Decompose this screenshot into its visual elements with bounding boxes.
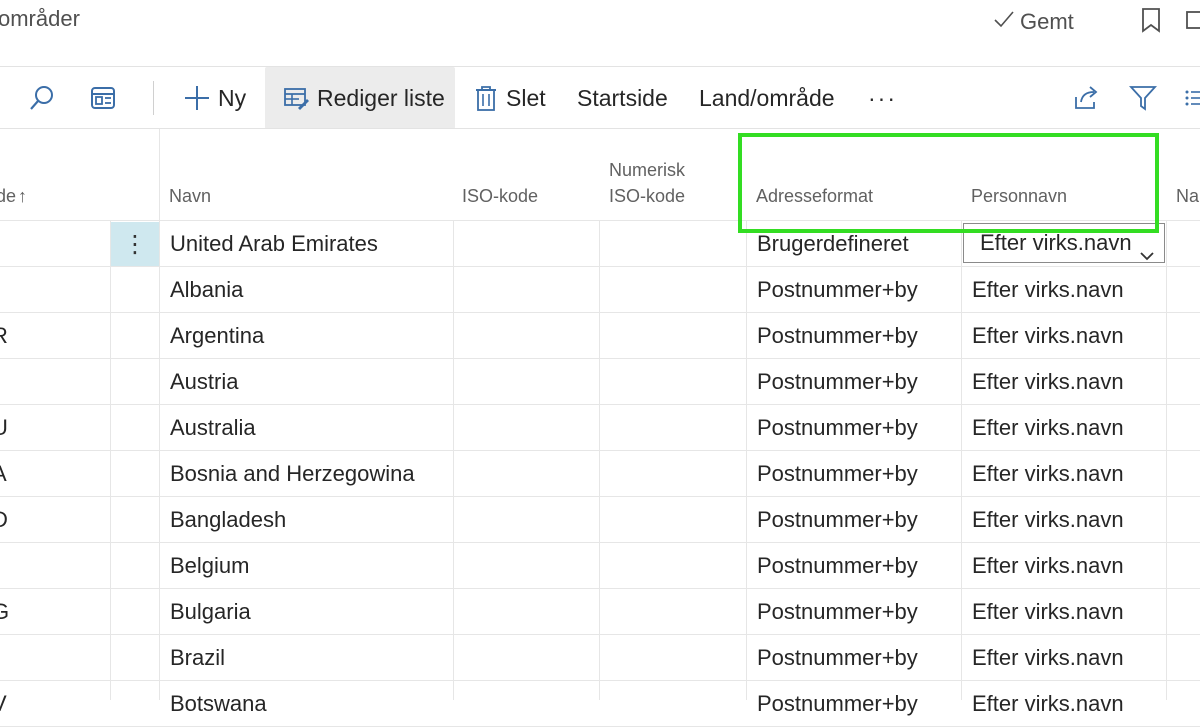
- person-name-cell[interactable]: Efter virks.navn: [972, 313, 1124, 359]
- list-view-button[interactable]: [1184, 67, 1200, 129]
- column-header-numeric-iso[interactable]: Numerisk ISO-kode: [609, 157, 685, 209]
- trash-icon: [474, 84, 498, 112]
- name-cell[interactable]: United Arab Emirates: [170, 221, 378, 267]
- delete-button[interactable]: Slet: [474, 67, 546, 129]
- saved-status: Gemt: [992, 7, 1074, 37]
- address-format-cell[interactable]: Postnummer+by: [757, 405, 918, 451]
- more-options-button[interactable]: ···: [868, 67, 897, 129]
- address-format-cell[interactable]: Postnummer+by: [757, 681, 918, 727]
- person-name-cell[interactable]: Efter virks.navn: [972, 635, 1124, 681]
- country-button[interactable]: Land/område: [699, 67, 835, 129]
- code-cell[interactable]: U: [0, 405, 8, 451]
- action-bar: Ny Rediger liste Slet Startside Land/omr…: [0, 67, 1200, 129]
- list-view-icon: [1184, 84, 1200, 112]
- table-row[interactable]: Brazil Postnummer+by Efter virks.navn: [0, 635, 1200, 681]
- view-layout-button[interactable]: [89, 67, 117, 129]
- bookmark-icon[interactable]: [1138, 6, 1164, 34]
- code-cell[interactable]: R: [0, 313, 8, 359]
- name-cell[interactable]: Brazil: [170, 635, 225, 681]
- column-header-name[interactable]: Navn: [169, 183, 211, 209]
- code-cell[interactable]: D: [0, 497, 8, 543]
- address-format-cell[interactable]: Postnummer+by: [757, 635, 918, 681]
- column-header-next[interactable]: Na: [1176, 183, 1199, 209]
- column-header-iso[interactable]: ISO-kode: [462, 183, 538, 209]
- sort-ascending-icon: ↑: [18, 186, 28, 206]
- home-button[interactable]: Startside: [577, 67, 668, 129]
- address-format-cell[interactable]: Postnummer+by: [757, 359, 918, 405]
- code-cell[interactable]: A: [0, 451, 7, 497]
- edit-list-icon: [283, 85, 309, 111]
- country-label: Land/område: [699, 84, 835, 111]
- search-icon: [28, 84, 56, 112]
- share-icon: [1072, 84, 1100, 112]
- toolbar-separator: [153, 81, 154, 115]
- person-name-cell[interactable]: Efter virks.navn: [972, 405, 1124, 451]
- column-header-code-label: de: [0, 186, 17, 206]
- filter-button[interactable]: [1129, 67, 1157, 129]
- table-row[interactable]: G Bulgaria Postnummer+by Efter virks.navn: [0, 589, 1200, 635]
- address-format-cell[interactable]: Postnummer+by: [757, 589, 918, 635]
- table-row[interactable]: U Australia Postnummer+by Efter virks.navn: [0, 405, 1200, 451]
- column-header-code[interactable]: de ↑: [0, 183, 27, 209]
- edit-list-label: Rediger liste: [317, 84, 445, 111]
- address-format-cell[interactable]: Postnummer+by: [757, 451, 918, 497]
- column-header-numeric-iso-line1: Numerisk: [609, 160, 686, 180]
- person-name-cell[interactable]: Efter virks.navn: [972, 451, 1124, 497]
- filter-icon: [1129, 84, 1157, 112]
- collapse-icon[interactable]: [1184, 6, 1200, 34]
- search-button[interactable]: [28, 67, 56, 129]
- more-icon: ···: [868, 84, 897, 111]
- new-label: Ny: [218, 84, 247, 111]
- table-row[interactable]: V Botswana Postnummer+by Efter virks.navn: [0, 681, 1200, 727]
- name-cell[interactable]: Bulgaria: [170, 589, 251, 635]
- name-cell[interactable]: Austria: [170, 359, 238, 405]
- address-format-cell[interactable]: Postnummer+by: [757, 497, 918, 543]
- page-header: områder Gemt: [0, 0, 1200, 66]
- new-button[interactable]: Ny: [184, 67, 246, 129]
- person-name-cell[interactable]: Efter virks.navn: [972, 681, 1124, 727]
- table-row[interactable]: D Bangladesh Postnummer+by Efter virks.navn: [0, 497, 1200, 543]
- person-name-cell[interactable]: Efter virks.navn: [972, 543, 1124, 589]
- code-cell[interactable]: G: [0, 589, 9, 635]
- name-cell[interactable]: Belgium: [170, 543, 249, 589]
- view-layout-icon: [89, 84, 117, 112]
- table-row[interactable]: Austria Postnummer+by Efter virks.navn: [0, 359, 1200, 405]
- saved-label: Gemt: [1020, 9, 1074, 34]
- table-row[interactable]: R Argentina Postnummer+by Efter virks.navn: [0, 313, 1200, 359]
- code-cell[interactable]: V: [0, 681, 7, 727]
- name-cell[interactable]: Albania: [170, 267, 243, 313]
- person-name-cell[interactable]: Efter virks.navn: [972, 497, 1124, 543]
- name-cell[interactable]: Australia: [170, 405, 256, 451]
- address-format-cell[interactable]: Postnummer+by: [757, 313, 918, 359]
- table-row[interactable]: Albania Postnummer+by Efter virks.navn: [0, 267, 1200, 313]
- home-label: Startside: [577, 84, 668, 111]
- address-format-cell[interactable]: Postnummer+by: [757, 267, 918, 313]
- name-cell[interactable]: Botswana: [170, 681, 267, 727]
- page-title: områder: [0, 6, 80, 31]
- delete-label: Slet: [506, 84, 546, 111]
- highlight-box: [738, 133, 1159, 233]
- table-row[interactable]: Belgium Postnummer+by Efter virks.navn: [0, 543, 1200, 589]
- person-name-cell[interactable]: Efter virks.navn: [972, 359, 1124, 405]
- row-actions-button[interactable]: ⋮: [111, 222, 159, 266]
- person-name-cell[interactable]: Efter virks.navn: [972, 267, 1124, 313]
- name-cell[interactable]: Bosnia and Herzegowina: [170, 451, 415, 497]
- person-name-select-value: Efter virks.navn: [980, 230, 1132, 255]
- column-header-numeric-iso-line2: ISO-kode: [609, 186, 686, 206]
- plus-icon: [184, 85, 210, 111]
- person-name-cell[interactable]: Efter virks.navn: [972, 589, 1124, 635]
- name-cell[interactable]: Argentina: [170, 313, 264, 359]
- name-cell[interactable]: Bangladesh: [170, 497, 286, 543]
- edit-list-button[interactable]: Rediger liste: [265, 67, 455, 129]
- share-button[interactable]: [1072, 67, 1100, 129]
- address-format-cell[interactable]: Postnummer+by: [757, 543, 918, 589]
- table-row[interactable]: A Bosnia and Herzegowina Postnummer+by Efte…: [0, 451, 1200, 497]
- checkmark-icon: [992, 7, 1016, 37]
- chevron-down-icon[interactable]: [1140, 237, 1154, 261]
